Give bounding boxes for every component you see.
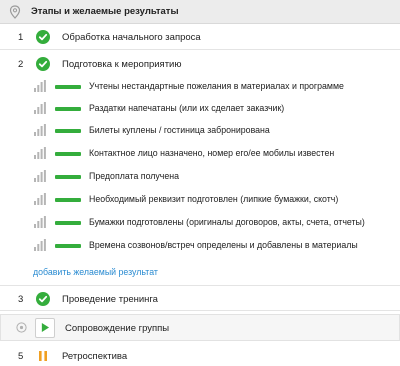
result-progress-bar [55,198,81,202]
stage-number: 1 [18,32,24,43]
result-row[interactable]: Бумажки подготовлены (оригиналы договоро… [0,212,400,234]
signal-bars-icon [34,80,46,92]
stage-row-4-active[interactable]: Сопровождение группы [0,314,400,341]
target-circle-icon [16,322,27,333]
result-text[interactable]: Бумажки подготовлены (оригиналы договоро… [89,217,365,227]
result-row[interactable]: Раздатки напечатаны (или их сделает зака… [0,98,400,120]
result-text[interactable]: Билеты куплены / гостиница забронирована [89,125,270,135]
result-progress-bar [55,152,81,156]
location-pin-icon [9,5,21,19]
stage-number: 5 [18,351,24,362]
signal-bars-icon [34,124,46,136]
play-button[interactable] [35,318,55,338]
result-row[interactable]: Предоплата получена [0,166,400,188]
pause-icon[interactable] [36,349,50,363]
stage-label[interactable]: Обработка начального запроса [62,32,201,43]
check-circle-icon[interactable] [36,57,50,71]
signal-bars-icon [34,193,46,205]
check-circle-icon[interactable] [36,292,50,306]
result-text[interactable]: Учтены нестандартные пожелания в материа… [89,81,344,91]
result-progress-bar [55,221,81,225]
check-circle-icon[interactable] [36,30,50,44]
result-progress-bar [55,85,81,89]
stage-number: 3 [18,294,24,305]
stage-label[interactable]: Проведение тренинга [62,294,158,305]
result-text[interactable]: Раздатки напечатаны (или их сделает зака… [89,103,284,113]
result-row[interactable]: Времена созвонов/встреч определены и доб… [0,235,400,257]
stages-header: Этапы и желаемые результаты [0,0,400,24]
stage-row-3[interactable]: 3 Проведение тренинга [0,285,400,311]
signal-bars-icon [34,216,46,228]
stage-number: 2 [18,59,24,70]
result-progress-bar [55,107,81,111]
play-icon [41,323,50,333]
add-result-link[interactable]: добавить желаемый результат [33,267,158,277]
result-row[interactable]: Билеты куплены / гостиница забронирована [0,120,400,142]
page-title: Этапы и желаемые результаты [31,6,179,17]
stage-row-5[interactable]: 5 Ретроспектива [0,343,400,366]
result-row[interactable]: Учтены нестандартные пожелания в материа… [0,76,400,98]
stage-row-2[interactable]: 2 Подготовка к мероприятию [0,51,400,77]
signal-bars-icon [34,170,46,182]
stage-row-1[interactable]: 1 Обработка начального запроса [0,24,400,50]
result-progress-bar [55,244,81,248]
result-progress-bar [55,175,81,179]
result-text[interactable]: Времена созвонов/встреч определены и доб… [89,240,358,250]
result-text[interactable]: Предоплата получена [89,171,179,181]
result-text[interactable]: Необходимый реквизит подготовлен (липкие… [89,194,338,204]
result-progress-bar [55,129,81,133]
signal-bars-icon [34,239,46,251]
stage-label[interactable]: Ретроспектива [62,351,127,362]
signal-bars-icon [34,102,46,114]
stage-label[interactable]: Подготовка к мероприятию [62,59,181,70]
result-text[interactable]: Контактное лицо назначено, номер его/ее … [89,148,334,158]
signal-bars-icon [34,147,46,159]
result-row[interactable]: Необходимый реквизит подготовлен (липкие… [0,189,400,211]
result-row[interactable]: Контактное лицо назначено, номер его/ее … [0,143,400,165]
stage-label[interactable]: Сопровождение группы [65,323,169,334]
